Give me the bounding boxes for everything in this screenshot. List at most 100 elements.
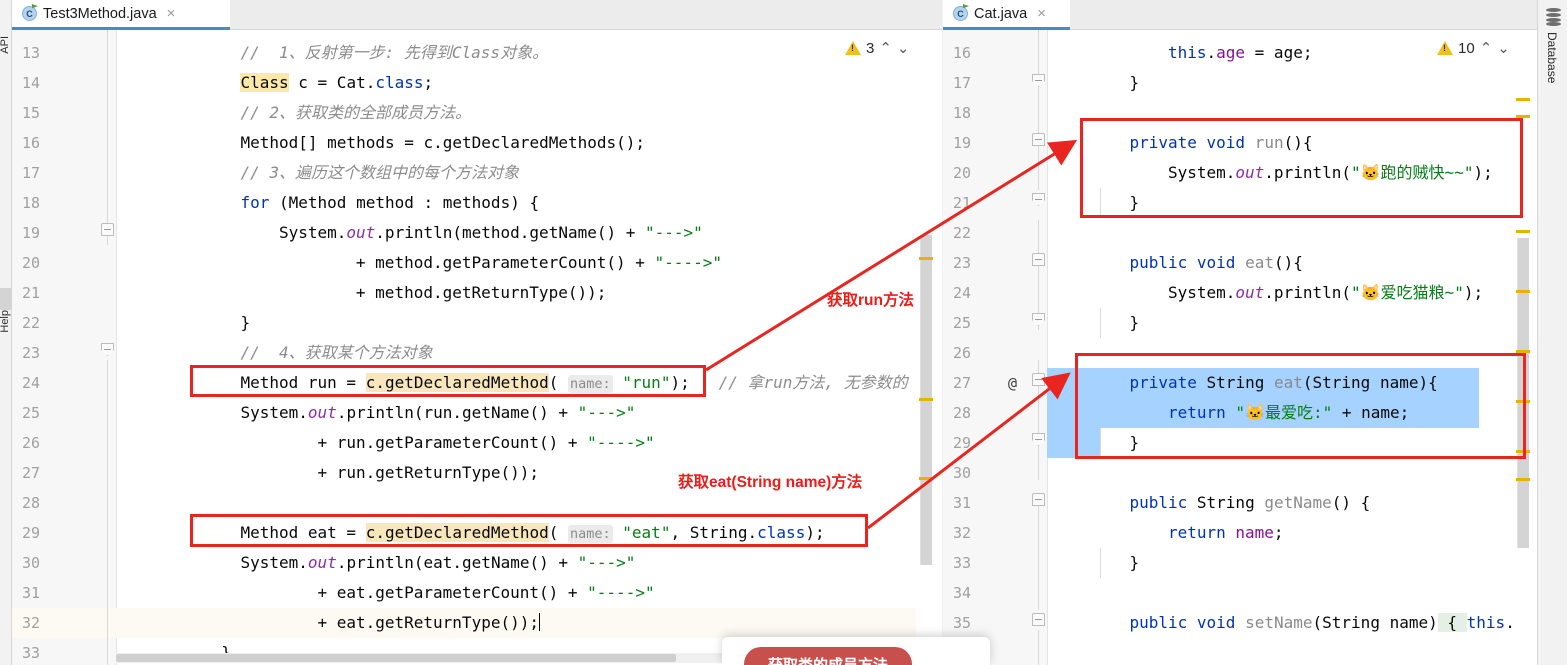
code-line[interactable]: System.out.println(method.getName() + "-…: [279, 218, 703, 248]
code-line[interactable]: System.out.println("🐱跑的贼快~~");: [1168, 158, 1493, 188]
code-token: );: [1473, 163, 1492, 182]
code-token: = age;: [1245, 43, 1312, 62]
right-inspection-widget[interactable]: 10 ⌃ ⌄: [1437, 39, 1510, 57]
code-token: run: [1255, 133, 1284, 152]
right-tool-label-database[interactable]: Database: [1545, 32, 1559, 83]
chevron-up-icon[interactable]: ⌃: [1480, 39, 1493, 57]
stripe-mark[interactable]: [1516, 290, 1530, 293]
code-token: System.: [1168, 163, 1235, 182]
stripe-mark[interactable]: [1516, 478, 1530, 481]
right-error-stripe[interactable]: [1513, 30, 1533, 665]
chevron-up-icon[interactable]: ⌃: [879, 39, 892, 57]
chevron-down-icon[interactable]: ⌄: [897, 39, 910, 57]
code-token: // 拿run方法, 无参数的: [690, 373, 908, 392]
code-token: .println(: [1264, 163, 1351, 182]
left-inspection-widget[interactable]: 3 ⌃ ⌄: [845, 39, 910, 57]
code-line[interactable]: Class c = Cat.class;: [240, 68, 433, 98]
code-token: System.: [240, 403, 307, 422]
code-line[interactable]: }: [1129, 428, 1139, 458]
code-line[interactable]: return "🐱最爱吃:" + name;: [1168, 398, 1409, 428]
code-line[interactable]: // 3、遍历这个数组中的每个方法对象: [240, 158, 519, 188]
code-line[interactable]: // 4、获取某个方法对象: [240, 338, 432, 368]
code-token: + name;: [1332, 403, 1409, 422]
code-token: );: [1464, 283, 1483, 302]
stripe-mark[interactable]: [1516, 98, 1530, 101]
right-toolwindow-strip: Database: [1537, 0, 1567, 665]
code-line[interactable]: public void setName(String name) { this.…: [1129, 608, 1524, 638]
code-line[interactable]: }: [1129, 188, 1139, 218]
stripe-mark[interactable]: [1516, 450, 1530, 453]
code-line[interactable]: System.out.println(eat.getName() + "--->…: [240, 548, 635, 578]
left-code-layer[interactable]: // 1、反射第一步: 先得到Class对象。Class c = Cat.cla…: [12, 30, 942, 665]
code-line[interactable]: Method[] methods = c.getDeclaredMethods(…: [240, 128, 645, 158]
code-token: }: [1129, 193, 1139, 212]
code-token: // 4、获取某个方法对象: [240, 343, 432, 362]
code-line[interactable]: + run.getReturnType());: [317, 458, 539, 488]
code-line[interactable]: this.age = age;: [1168, 38, 1313, 68]
code-line[interactable]: Method eat = c.getDeclaredMethod( name: …: [240, 518, 824, 548]
close-icon[interactable]: ×: [163, 6, 176, 21]
stripe-mark[interactable]: [1516, 400, 1530, 403]
code-token: [613, 523, 623, 542]
stripe-mark[interactable]: [1516, 350, 1530, 353]
code-token: );: [670, 373, 689, 392]
code-line[interactable]: }: [1129, 548, 1139, 578]
code-line[interactable]: // 1、反射第一步: 先得到Class对象。: [240, 38, 548, 68]
code-token: }: [1129, 433, 1139, 452]
tab-test3method-java[interactable]: C Test3Method.java ×: [12, 0, 230, 30]
code-token: }: [1129, 313, 1139, 332]
left-error-stripe[interactable]: [916, 30, 936, 665]
stripe-mark[interactable]: [919, 477, 933, 480]
code-line[interactable]: }: [1129, 68, 1139, 98]
right-scrollbar-track[interactable]: [1517, 238, 1529, 548]
code-line[interactable]: return name;: [1168, 518, 1284, 548]
code-token: [1245, 133, 1255, 152]
code-token: (){: [1284, 133, 1313, 152]
code-token: + method.getReturnType());: [356, 283, 606, 302]
code-line[interactable]: private void run(){: [1129, 128, 1312, 158]
stripe-mark[interactable]: [919, 257, 933, 260]
close-icon[interactable]: ×: [1033, 6, 1046, 21]
code-line[interactable]: public void eat(){: [1129, 248, 1302, 278]
left-editor-tabbar: C Test3Method.java ×: [12, 0, 942, 30]
code-line[interactable]: + method.getReturnType());: [356, 278, 606, 308]
code-token: .println(: [1264, 283, 1351, 302]
code-token: getName: [1264, 493, 1331, 512]
code-token: return: [1168, 403, 1226, 422]
code-line[interactable]: System.out.println(run.getName() + "--->…: [240, 398, 635, 428]
left-tool-label-api[interactable]: API: [0, 36, 11, 54]
code-token: }: [1129, 553, 1139, 572]
stripe-mark[interactable]: [919, 398, 933, 401]
code-line[interactable]: for (Method method : methods) {: [240, 188, 539, 218]
chevron-down-icon[interactable]: ⌄: [1497, 39, 1510, 57]
code-line[interactable]: + eat.getReturnType());: [317, 608, 540, 638]
code-token: // 3、遍历这个数组中的每个方法对象: [240, 163, 519, 182]
code-line[interactable]: + method.getParameterCount() + "---->": [356, 248, 722, 278]
code-line[interactable]: Method run = c.getDeclaredMethod( name: …: [240, 368, 907, 398]
code-line[interactable]: public String getName() {: [1129, 488, 1370, 518]
code-line[interactable]: // 2、获取类的全部成员方法。: [240, 98, 471, 128]
code-line[interactable]: + run.getParameterCount() + "---->": [317, 428, 654, 458]
database-icon: [1546, 8, 1561, 25]
popup-action-button[interactable]: 获取类的成员方法: [744, 647, 912, 665]
code-line[interactable]: }: [240, 308, 250, 338]
code-line[interactable]: }: [1129, 308, 1139, 338]
code-token: "🐱跑的贼快~~": [1351, 163, 1473, 182]
code-line[interactable]: + eat.getParameterCount() + "---->": [317, 578, 654, 608]
editor-test3method[interactable]: 1314151617181920212223242526272829303132…: [12, 30, 942, 665]
left-hscrollbar-thumb[interactable]: [116, 654, 676, 662]
code-token: + run.getParameterCount() +: [317, 433, 587, 452]
stripe-mark[interactable]: [1516, 230, 1530, 233]
left-tool-label-help[interactable]: Help: [0, 310, 11, 333]
editor-cat[interactable]: 161718192021222324252627@282930313233343…: [943, 30, 1537, 665]
code-line[interactable]: private String eat(String name){: [1129, 368, 1437, 398]
code-token: public: [1129, 493, 1187, 512]
code-token: }: [240, 313, 250, 332]
code-line[interactable]: System.out.println("🐱爱吃猫粮~");: [1168, 278, 1483, 308]
tab-cat-java[interactable]: C Cat.java ×: [943, 0, 1070, 30]
bottom-popup-panel[interactable]: 获取类的成员方法: [722, 637, 990, 665]
right-scrollbar-thumb[interactable]: [1518, 238, 1529, 548]
right-code-layer[interactable]: this.age = age;}private void run(){Syste…: [943, 30, 1537, 665]
stripe-mark[interactable]: [1516, 115, 1530, 118]
code-token: "---->": [655, 253, 722, 272]
